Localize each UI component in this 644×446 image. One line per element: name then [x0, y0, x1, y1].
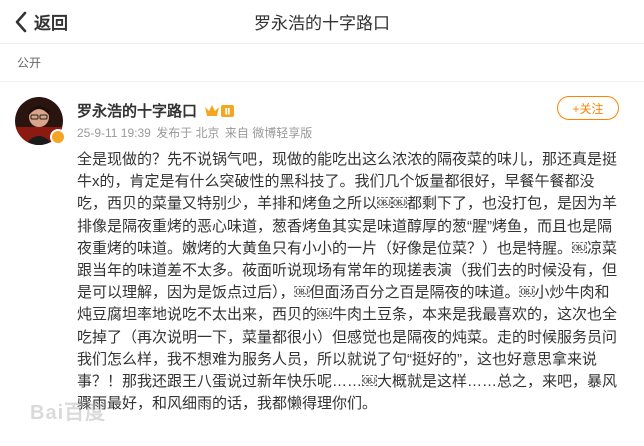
visibility-label: 公开: [0, 44, 644, 82]
post-source: 来自 微博轻享版: [224, 126, 313, 140]
author-name[interactable]: 罗永浩的十字路口: [77, 100, 197, 121]
watermark-logo: Bai百度: [30, 402, 107, 424]
page-title: 罗永浩的十字路口: [254, 14, 390, 33]
author-name-row[interactable]: 罗永浩的十字路口 Ⅱ: [77, 100, 235, 121]
back-button[interactable]: 返回: [14, 9, 68, 34]
post-meta: 25-9-11 19:39 发布于 北京 来自 微博轻享版: [77, 124, 314, 141]
top-nav-bar: 返回 罗永浩的十字路口: [0, 0, 644, 44]
chevron-left-icon: [15, 11, 27, 32]
post-content: 全是现做的？先不说锅气吧，现做的能吃出这么浓浓的隔夜菜的味儿，那还真是挺牛x的，…: [77, 151, 618, 413]
back-label: 返回: [34, 14, 68, 33]
follow-button[interactable]: +关注: [557, 96, 619, 120]
level-badge-text: Ⅱ: [225, 107, 231, 117]
level-badge-icon: Ⅱ: [205, 104, 235, 117]
post-location: 发布于 北京: [156, 126, 220, 140]
post-date[interactable]: 25-9-11 19:39: [77, 126, 151, 140]
verified-badge-icon: [50, 129, 66, 145]
